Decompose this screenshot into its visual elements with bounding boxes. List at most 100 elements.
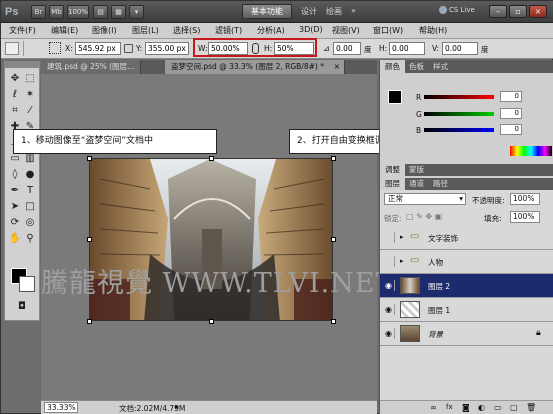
eye-icon[interactable]: ◉ — [383, 304, 395, 315]
g-slider[interactable] — [424, 112, 494, 116]
transform-handle-r[interactable] — [331, 237, 336, 242]
restore-icon[interactable]: ▫ — [509, 5, 527, 18]
zoom-level-dropdown[interactable]: 100% — [67, 5, 89, 19]
tab-paths[interactable]: 路径 — [428, 178, 453, 190]
zoom-tool-icon[interactable]: ⚲ — [23, 232, 37, 245]
tool-preset-icon[interactable] — [5, 42, 19, 55]
workspace-painting-link[interactable]: 绘画 — [326, 6, 342, 17]
dodge-tool-icon[interactable]: ● — [23, 168, 37, 181]
minibridge-icon[interactable]: Mb — [49, 5, 64, 19]
arrange-documents-icon[interactable]: ▤ — [93, 5, 108, 19]
layer-row-wenzi[interactable]: ▸ ▭ 文字装饰 — [380, 226, 553, 250]
cs-live-button[interactable]: CS Live — [439, 6, 475, 14]
eye-icon[interactable]: ◉ — [383, 280, 395, 291]
visibility-toggle[interactable] — [383, 256, 395, 267]
pen-tool-icon[interactable]: ✒ — [8, 184, 22, 197]
type-tool-icon[interactable]: T — [23, 184, 37, 197]
menu-3d[interactable]: 3D(D) — [299, 25, 323, 34]
menu-window[interactable]: 窗口(W) — [373, 25, 403, 36]
tab-channels[interactable]: 通道 — [404, 178, 429, 190]
hskew-field[interactable]: 0.00 — [389, 42, 425, 55]
tab-adjustments[interactable]: 调整 — [380, 164, 405, 176]
reference-point-icon[interactable] — [49, 42, 61, 54]
transform-handle-tl[interactable] — [87, 156, 92, 161]
link-layers-icon[interactable]: ∞ — [430, 403, 437, 412]
eyedropper-tool-icon[interactable]: ⁄ — [23, 104, 37, 117]
status-menu-icon[interactable]: ▸ — [175, 402, 179, 411]
3d-rotate-tool-icon[interactable]: ⟳ — [8, 216, 22, 229]
b-value[interactable]: 0 — [500, 124, 522, 135]
layer-row-layer2[interactable]: ◉ 图层 2 — [380, 274, 553, 298]
menu-image[interactable]: 图像(I) — [92, 25, 117, 36]
transform-handle-tr[interactable] — [331, 156, 336, 161]
crop-tool-icon[interactable]: ⌗ — [8, 104, 22, 117]
transform-handle-l[interactable] — [87, 237, 92, 242]
workspace-design-link[interactable]: 设计 — [301, 6, 317, 17]
transform-handle-t[interactable] — [209, 156, 214, 161]
menu-layer[interactable]: 图层(L) — [132, 25, 159, 36]
tab-masks[interactable]: 蒙版 — [404, 164, 429, 176]
layer-row-layer1[interactable]: ◉ 图层 1 — [380, 298, 553, 322]
fill-field[interactable]: 100% — [510, 211, 540, 223]
visibility-toggle[interactable] — [383, 232, 395, 243]
layer-row-background[interactable]: ◉ 背景 🔒︎ — [380, 322, 553, 346]
shape-tool-icon[interactable]: □ — [23, 200, 37, 213]
transform-handle-b[interactable] — [209, 319, 214, 324]
menu-analysis[interactable]: 分析(A) — [257, 25, 285, 36]
expand-arrow-icon[interactable]: ▸ — [400, 257, 404, 265]
lasso-tool-icon[interactable]: ℓ — [8, 88, 22, 101]
3d-orbit-tool-icon[interactable]: ◎ — [23, 216, 37, 229]
doc-tab-daomengkongjian[interactable]: 盗梦空间.psd @ 33.3% (图层 2, RGB/8#) * × — [165, 60, 345, 74]
menu-filter[interactable]: 滤镜(T) — [215, 25, 242, 36]
zoom-field[interactable]: 33.33% — [44, 402, 78, 413]
menu-select[interactable]: 选择(S) — [173, 25, 200, 36]
path-selection-tool-icon[interactable]: ➤ — [8, 200, 22, 213]
close-icon[interactable]: × — [529, 5, 547, 18]
quick-mask-icon[interactable]: ◘ — [15, 300, 29, 313]
g-value[interactable]: 0 — [500, 108, 522, 119]
blur-tool-icon[interactable]: ◊ — [8, 168, 22, 181]
move-tool-icon[interactable]: ✥ — [8, 72, 22, 85]
workspace-more-button[interactable]: » — [351, 6, 356, 15]
relative-position-icon[interactable] — [124, 44, 133, 53]
new-layer-icon[interactable]: ▢ — [510, 403, 518, 412]
r-value[interactable]: 0 — [500, 91, 522, 102]
extras-dropdown-icon[interactable]: ▾ — [129, 5, 144, 19]
workspace-essentials-button[interactable]: 基本功能 — [242, 4, 292, 19]
doc-tab-jianzhu[interactable]: 建筑.psd @ 25% (图层… — [41, 60, 141, 74]
trash-icon[interactable]: 🗑︎ — [526, 403, 536, 412]
x-field[interactable]: 545.92 px — [75, 42, 121, 55]
fx-icon[interactable]: fx — [446, 403, 453, 411]
rotate-field[interactable]: 0.00 — [333, 42, 361, 55]
magic-wand-tool-icon[interactable]: ✶ — [23, 88, 37, 101]
color-fg-swatch[interactable] — [388, 90, 402, 104]
tab-swatches[interactable]: 色板 — [404, 60, 429, 73]
expand-arrow-icon[interactable]: ▸ — [400, 233, 404, 241]
background-color-swatch[interactable] — [19, 276, 35, 292]
y-field[interactable]: 355.00 px — [145, 42, 189, 55]
blend-mode-select[interactable]: 正常 ▾ — [384, 193, 466, 205]
eye-icon[interactable]: ◉ — [383, 328, 395, 339]
vskew-field[interactable]: 0.00 — [442, 42, 478, 55]
adjustment-icon[interactable]: ◐ — [478, 403, 485, 412]
screen-mode-icon[interactable]: ▦ — [111, 5, 126, 19]
layer-row-renwu[interactable]: ▸ ▭ 人物 — [380, 250, 553, 274]
mask-icon[interactable]: ◙ — [462, 403, 470, 412]
opacity-field[interactable]: 100% — [510, 193, 540, 205]
menu-edit[interactable]: 编辑(E) — [51, 25, 78, 36]
bridge-icon[interactable]: Br — [31, 5, 46, 19]
menu-view[interactable]: 视图(V) — [332, 25, 360, 36]
tab-color[interactable]: 颜色 — [380, 60, 405, 73]
transform-handle-br[interactable] — [331, 319, 336, 324]
r-slider[interactable] — [424, 95, 494, 99]
tab-styles[interactable]: 样式 — [428, 60, 453, 73]
hand-tool-icon[interactable]: ✋ — [8, 232, 22, 245]
color-ramp[interactable] — [510, 146, 552, 156]
transform-handle-bl[interactable] — [87, 319, 92, 324]
tab-close-icon[interactable]: × — [334, 60, 340, 74]
menu-file[interactable]: 文件(F) — [9, 25, 36, 36]
marquee-tool-icon[interactable]: ⬚ — [23, 72, 37, 85]
menu-help[interactable]: 帮助(H) — [419, 25, 447, 36]
new-group-icon[interactable]: ▭ — [494, 403, 502, 412]
lock-icons[interactable]: □ ✎ ✥ ▣ — [406, 212, 442, 221]
